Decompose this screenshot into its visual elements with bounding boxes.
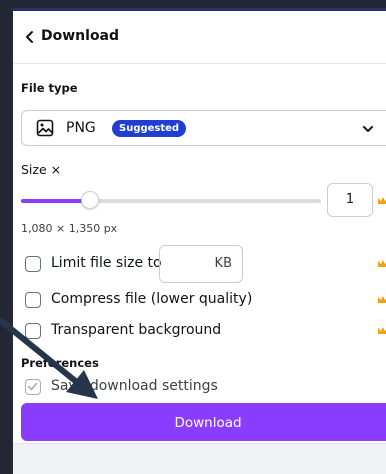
save-settings-option[interactable]: Save download settings [25,378,225,398]
preferences-label: Preferences [21,356,99,370]
size-label: Size × [21,162,62,177]
chevron-left-icon[interactable] [23,29,37,45]
panel-footer [13,443,386,474]
file-type-label: File type [21,81,78,95]
limit-file-size-label: Limit file size to [51,255,162,271]
transparent-background-checkbox[interactable] [25,323,41,339]
panel-title: Download [41,28,120,44]
slider-thumb[interactable] [81,191,99,209]
panel-header: Download [13,11,386,64]
file-type-select[interactable]: PNG Suggested [21,110,386,146]
limit-file-size-option[interactable]: Limit file size to [25,255,165,275]
download-button[interactable]: Download [21,403,386,441]
kb-input[interactable]: KB [159,245,243,283]
download-panel: Download File type PNG Suggested Size × … [11,8,386,474]
check-icon [27,382,38,391]
kb-unit: KB [214,256,232,271]
suggested-badge: Suggested [112,120,187,137]
chevron-down-icon [363,126,373,132]
save-settings-label: Save download settings [51,378,218,394]
crown-icon [378,260,386,267]
compress-file-checkbox[interactable] [25,292,41,308]
crown-icon [378,296,386,303]
save-settings-checkbox[interactable] [25,379,41,395]
size-input[interactable]: 1 [327,183,373,217]
crown-icon [378,197,386,204]
slider-fill [21,199,90,203]
transparent-background-option[interactable]: Transparent background [25,322,245,342]
dimensions-text: 1,080 × 1,350 px [21,222,118,235]
crown-icon [378,327,386,334]
compress-file-option[interactable]: Compress file (lower quality) [25,291,265,311]
size-slider[interactable] [21,191,321,211]
limit-file-size-checkbox[interactable] [25,256,41,272]
image-icon [36,119,54,137]
file-type-value: PNG [66,120,96,136]
transparent-background-label: Transparent background [51,322,222,338]
compress-file-label: Compress file (lower quality) [51,291,253,307]
